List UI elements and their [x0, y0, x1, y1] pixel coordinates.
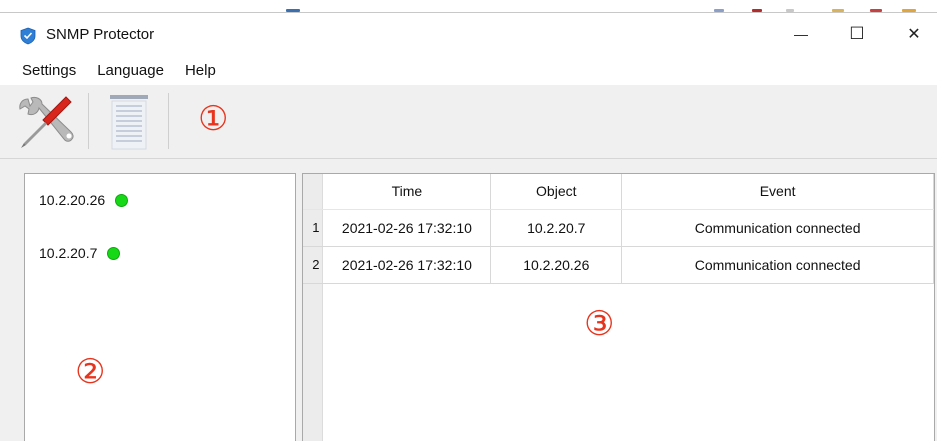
row-number: 2	[303, 246, 324, 284]
document-list-icon	[110, 95, 148, 150]
settings-tool-button[interactable]	[14, 91, 78, 153]
device-ip: 10.2.20.7	[39, 245, 98, 261]
event-table: Time Object Event 1 2021-02-26 17:32:10 …	[303, 174, 934, 284]
table-row[interactable]: 2 2021-02-26 17:32:10 10.2.20.26 Communi…	[303, 246, 934, 284]
cell-time: 2021-02-26 17:32:10	[322, 209, 492, 247]
close-button[interactable]: ✕	[891, 13, 937, 55]
callout-1: ①	[198, 99, 229, 139]
toolbar: ①	[0, 85, 937, 159]
status-online-icon	[115, 193, 129, 207]
device-item[interactable]: 10.2.20.7	[39, 245, 121, 261]
corner-cell	[303, 174, 324, 210]
cell-event: Communication connected	[621, 246, 934, 284]
shield-app-icon	[20, 27, 36, 45]
callout-2: ②	[75, 352, 106, 392]
menu-bar: Settings Language Help	[0, 55, 937, 85]
window-title: SNMP Protector	[46, 26, 155, 43]
title-bar[interactable]: SNMP Protector — ☐ ✕	[0, 13, 937, 55]
device-ip: 10.2.20.26	[39, 192, 106, 208]
table-row[interactable]: 1 2021-02-26 17:32:10 10.2.20.7 Communic…	[303, 209, 934, 247]
table-header-row: Time Object Event	[303, 174, 934, 210]
menu-help[interactable]: Help	[185, 62, 216, 79]
cell-object: 10.2.20.7	[490, 209, 623, 247]
maximize-button[interactable]: ☐	[834, 13, 880, 55]
maximize-icon: ☐	[849, 24, 865, 43]
minimize-icon: —	[794, 26, 808, 42]
minimize-button[interactable]: —	[778, 13, 824, 55]
menu-settings[interactable]: Settings	[22, 62, 76, 79]
close-icon: ✕	[907, 26, 921, 43]
log-tool-button[interactable]	[96, 91, 160, 153]
menu-language[interactable]: Language	[97, 62, 164, 79]
device-list-panel: 10.2.20.26 10.2.20.7 ②	[24, 173, 296, 441]
row-number: 1	[303, 209, 324, 247]
cell-time: 2021-02-26 17:32:10	[322, 246, 492, 284]
status-online-icon	[107, 246, 121, 260]
column-header-object[interactable]: Object	[490, 174, 623, 210]
toolbar-separator	[88, 93, 89, 149]
column-header-time[interactable]: Time	[322, 174, 492, 210]
device-item[interactable]: 10.2.20.26	[39, 192, 129, 208]
wrench-screwdriver-icon	[19, 96, 74, 148]
cell-event: Communication connected	[621, 209, 934, 247]
event-table-panel: Time Object Event 1 2021-02-26 17:32:10 …	[302, 173, 935, 441]
cell-object: 10.2.20.26	[490, 246, 623, 284]
column-header-event[interactable]: Event	[621, 174, 934, 210]
desktop-background-strip	[0, 0, 937, 12]
callout-3: ③	[584, 304, 615, 344]
toolbar-separator	[168, 93, 169, 149]
app-window: SNMP Protector — ☐ ✕ Settings Language H…	[0, 12, 937, 441]
